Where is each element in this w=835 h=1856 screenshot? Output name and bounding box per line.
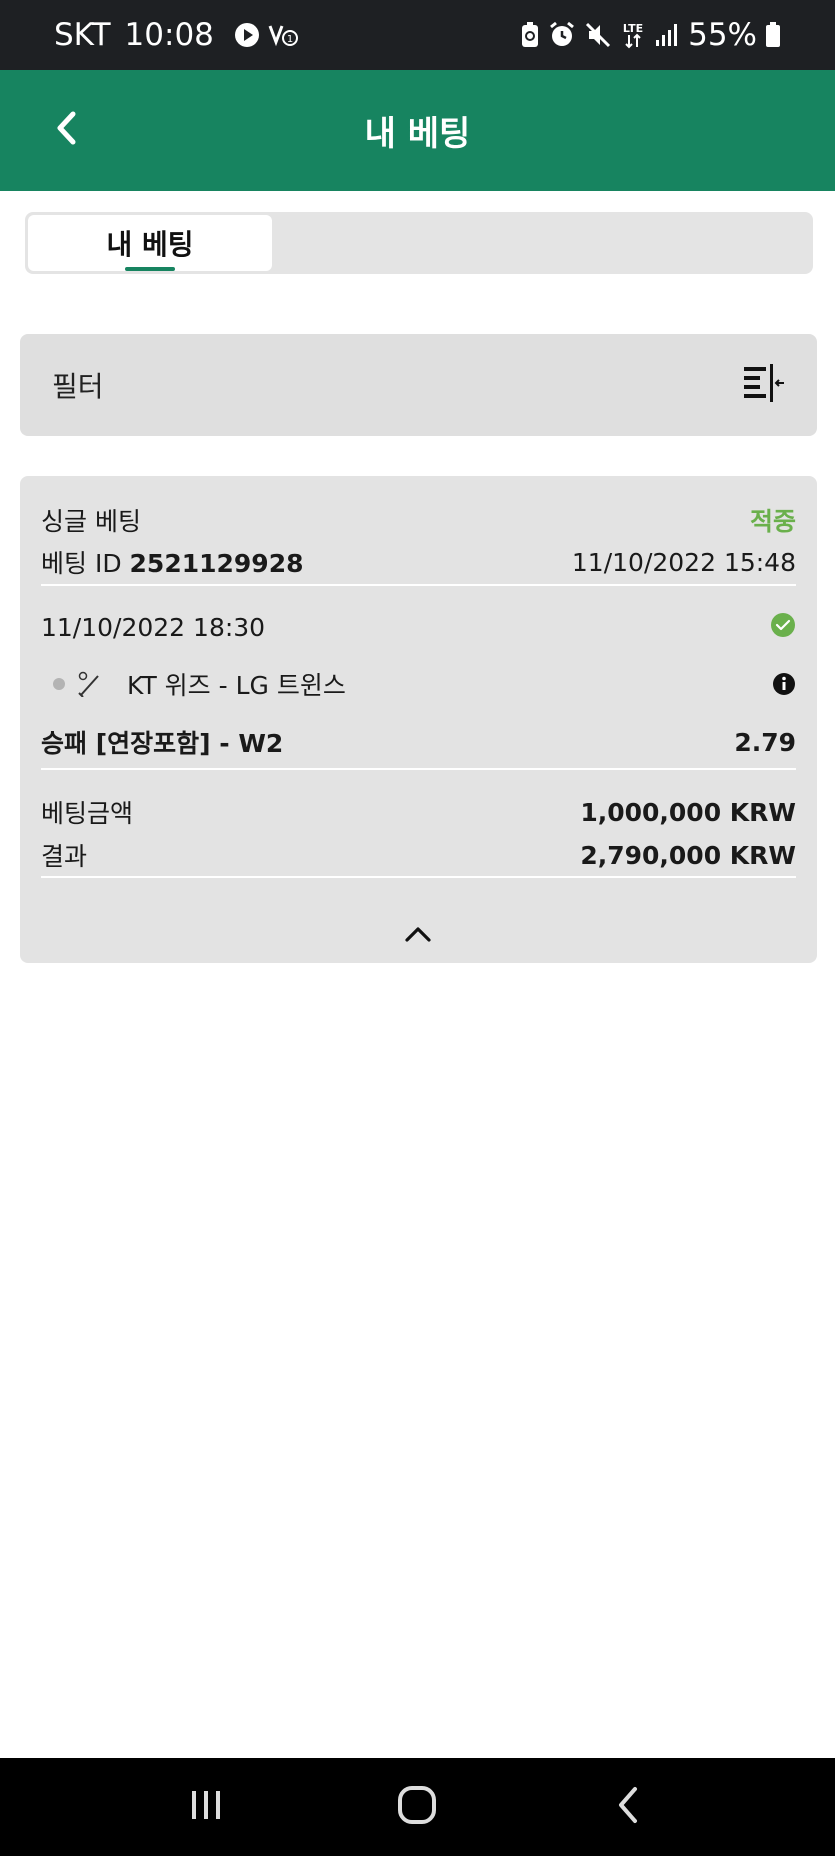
result-row: 결과 2,790,000 KRW xyxy=(41,837,796,873)
divider xyxy=(41,584,796,586)
vpn-key-icon: 1 xyxy=(268,22,300,48)
collapse-button[interactable] xyxy=(388,916,448,956)
match-row: KT 위즈 - LG 트윈스 xyxy=(41,666,796,702)
media-play-icon xyxy=(234,22,260,48)
bet-id: 2521129928 xyxy=(129,549,304,578)
carrier-label: SKT xyxy=(54,17,111,53)
tab-label: 내 베팅 xyxy=(106,228,194,261)
chevron-up-icon xyxy=(403,924,433,948)
bet-id-wrap: 베팅 ID 2521129928 xyxy=(41,544,303,580)
bet-placed-time: 11/10/2022 15:48 xyxy=(571,547,796,577)
home-button[interactable] xyxy=(377,1767,457,1847)
page-title: 내 베팅 xyxy=(364,114,471,154)
bet-status-badge: 적중 xyxy=(749,507,796,536)
selection-row: 승패 [연장포함] - W2 2.79 xyxy=(41,724,796,760)
bet-card: 싱글 베팅 적중 베팅 ID 2521129928 11/10/2022 15:… xyxy=(20,476,817,963)
filter-label: 필터 xyxy=(52,370,104,403)
back-button[interactable] xyxy=(36,100,96,160)
divider xyxy=(41,768,796,770)
home-icon xyxy=(395,1783,439,1832)
clock: 10:08 xyxy=(124,17,214,53)
back-icon xyxy=(611,1785,647,1830)
bet-id-row: 베팅 ID 2521129928 11/10/2022 15:48 xyxy=(41,544,796,580)
baseball-icon xyxy=(77,671,103,697)
lte-icon: LTE xyxy=(620,21,646,49)
tab-active-indicator xyxy=(125,267,175,271)
stake-value: 1,000,000 KRW xyxy=(580,797,796,827)
info-icon[interactable] xyxy=(772,672,796,696)
odds-value: 2.79 xyxy=(734,727,796,757)
status-bar: SKT 10:08 1 LTE 55% xyxy=(0,0,835,70)
bet-type: 싱글 베팅 xyxy=(41,507,141,536)
divider xyxy=(41,876,796,878)
bet-id-label: 베팅 ID xyxy=(41,549,122,578)
check-circle-icon xyxy=(770,612,796,642)
result-value: 2,790,000 KRW xyxy=(580,840,796,870)
stake-row: 베팅금액 1,000,000 KRW xyxy=(41,794,796,830)
battery-percent: 55% xyxy=(688,17,757,53)
signal-icon xyxy=(654,22,680,48)
bet-header-row: 싱글 베팅 적중 xyxy=(41,502,796,538)
recent-apps-button[interactable] xyxy=(166,1767,246,1847)
result-label: 결과 xyxy=(41,842,88,871)
live-status-dot xyxy=(53,678,65,690)
svg-text:1: 1 xyxy=(287,34,293,45)
filter-button[interactable]: 필터 xyxy=(20,334,817,436)
event-time: 11/10/2022 18:30 xyxy=(41,612,266,642)
tab-bar: 내 베팅 xyxy=(25,212,813,274)
selection-market: 승패 [연장포함] - W2 xyxy=(41,729,284,758)
svg-text:LTE: LTE xyxy=(623,22,643,35)
mute-icon xyxy=(584,21,612,49)
filter-collapse-icon xyxy=(743,363,785,408)
battery-saver-icon xyxy=(520,21,540,49)
tab-my-bets[interactable]: 내 베팅 xyxy=(28,215,272,271)
chevron-left-icon xyxy=(51,108,81,153)
event-time-row: 11/10/2022 18:30 xyxy=(41,612,796,642)
system-nav-bar xyxy=(0,1758,835,1856)
stake-label: 베팅금액 xyxy=(41,799,134,828)
app-header: 내 베팅 xyxy=(0,70,835,191)
battery-icon xyxy=(765,21,781,49)
match-name: KT 위즈 - LG 트윈스 xyxy=(127,671,346,700)
system-back-button[interactable] xyxy=(589,1767,669,1847)
alarm-icon xyxy=(548,21,576,49)
recent-apps-icon xyxy=(186,1785,226,1830)
